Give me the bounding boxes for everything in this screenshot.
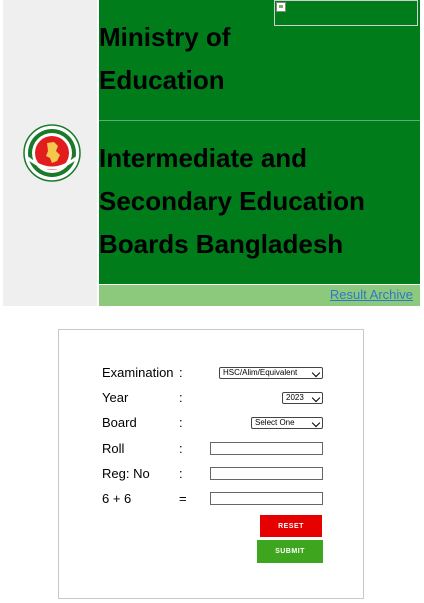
- year-select-value: 2023: [286, 393, 304, 402]
- year-select[interactable]: 2023: [282, 392, 323, 404]
- board-title-line2: Secondary Education: [99, 186, 365, 216]
- captcha-input[interactable]: [210, 492, 323, 505]
- result-archive-link[interactable]: Result Archive: [330, 287, 413, 302]
- submit-button[interactable]: SUBMIT: [257, 540, 323, 563]
- chevron-down-icon: [311, 418, 321, 428]
- header-divider: [99, 120, 420, 121]
- board-title: Intermediate and Secondary Education Boa…: [99, 137, 420, 266]
- ministry-title-line1: Ministry of: [99, 22, 231, 52]
- examination-select-value: HSC/Alim/Equivalent: [223, 368, 298, 377]
- year-colon: :: [179, 390, 183, 405]
- archive-bar: Result Archive: [99, 285, 420, 306]
- board-title-line3: Boards Bangladesh: [99, 229, 344, 259]
- roll-colon: :: [179, 441, 183, 456]
- board-title-line1: Intermediate and: [99, 143, 308, 173]
- reg-label: Reg: No: [102, 466, 150, 481]
- ministry-title: Ministry of Education: [99, 16, 299, 102]
- header-banner: Ministry of Education Intermediate and S…: [99, 0, 420, 284]
- chevron-down-icon: [311, 368, 321, 378]
- board-colon: :: [179, 415, 183, 430]
- reset-button[interactable]: RESET: [260, 515, 322, 537]
- captcha-question: 6 + 6: [102, 491, 132, 506]
- examination-select[interactable]: HSC/Alim/Equivalent: [219, 367, 323, 379]
- board-label: Board: [102, 415, 137, 430]
- reg-input[interactable]: [210, 467, 323, 480]
- examination-colon: :: [179, 365, 183, 380]
- captcha-equals: =: [179, 491, 187, 506]
- result-form: Examination : HSC/Alim/Equivalent Year :…: [58, 329, 364, 599]
- reg-colon: :: [179, 466, 183, 481]
- roll-input[interactable]: [210, 442, 323, 455]
- board-select[interactable]: Select One: [251, 417, 323, 429]
- chevron-down-icon: [311, 393, 321, 403]
- logo-panel: [3, 0, 97, 306]
- roll-label: Roll: [102, 441, 125, 456]
- board-select-value: Select One: [255, 418, 295, 427]
- examination-label: Examination: [102, 365, 174, 380]
- ministry-title-line2: Education: [99, 65, 225, 95]
- government-seal-icon: [23, 124, 81, 182]
- year-label: Year: [102, 390, 129, 405]
